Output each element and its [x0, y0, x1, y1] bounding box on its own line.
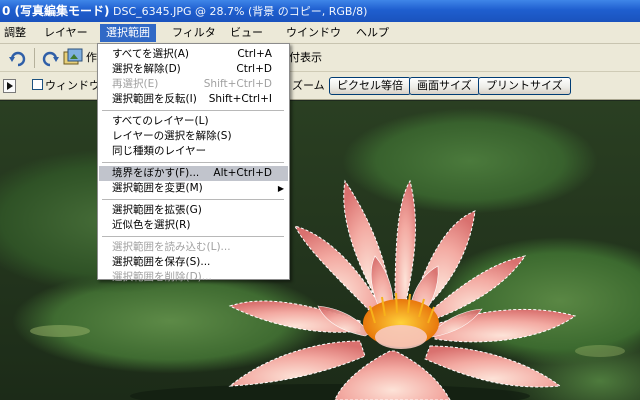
menu-separator: [102, 199, 284, 200]
menu-item-label: 選択範囲を反転(I): [112, 93, 197, 105]
toolbar1-label: 作: [86, 51, 97, 64]
menu-item-shortcut: Ctrl+D: [236, 63, 272, 75]
rotate-icon-2[interactable]: [40, 48, 60, 68]
menu-item-label: 選択範囲を拡張(G): [112, 204, 202, 216]
lotus-photo: [30, 179, 625, 400]
menu-bar: 調整 レイヤー 選択範囲 フィルタ ビュー ウインドウ ヘルプ: [0, 22, 640, 44]
menu-item-modify[interactable]: 選択範囲を変更(M) ▶: [99, 181, 288, 196]
menu-item-load-selection[interactable]: 選択範囲を読み込む(L)...: [99, 240, 288, 255]
menu-separator: [102, 110, 284, 111]
menu-view[interactable]: ビュー: [224, 24, 269, 42]
print-size-button[interactable]: プリントサイズ: [478, 77, 571, 95]
screen-size-button[interactable]: 画面サイズ: [409, 77, 480, 95]
menu-item-label: 境界をぼかす(F)...: [112, 167, 200, 179]
menu-item-label: 選択を解除(D): [112, 63, 181, 75]
menu-item-label: すべてのレイヤー(L): [112, 115, 209, 127]
menu-item-shortcut: Alt+Ctrl+D: [213, 167, 272, 179]
zoom-toolbar: ウィンドウサイ ズーム ピクセル等倍 画面サイズ プリントサイズ: [0, 72, 640, 100]
menu-select[interactable]: 選択範囲: [100, 24, 156, 42]
pixel-equal-button[interactable]: ピクセル等倍: [329, 77, 411, 95]
zoom-label: ズーム: [292, 79, 325, 92]
menu-item-label: 選択範囲を削除(D)...: [112, 271, 212, 283]
menu-item-grow[interactable]: 選択範囲を拡張(G): [99, 203, 288, 218]
menu-item-label: 選択範囲を読み込む(L)...: [112, 241, 231, 253]
menu-adjust[interactable]: 調整: [0, 24, 32, 42]
menu-item-similar-layers[interactable]: 同じ種類のレイヤー: [99, 144, 288, 159]
toolbar1-right-text: 付表示: [289, 51, 322, 64]
menu-item-deselect-layers[interactable]: レイヤーの選択を解除(S): [99, 129, 288, 144]
menu-item-inverse[interactable]: 選択範囲を反転(I) Shift+Ctrl+I: [99, 92, 288, 107]
document-info: DSC_6345.JPG @ 28.7% (背景 のコピー, RGB/8): [109, 5, 368, 18]
menu-item-deselect[interactable]: 選択を解除(D) Ctrl+D: [99, 62, 288, 77]
window-title-bar: 0 (写真編集モード) DSC_6345.JPG @ 28.7% (背景 のコピ…: [0, 0, 640, 22]
menu-item-label: 近似色を選択(R): [112, 219, 191, 231]
menu-item-delete-selection[interactable]: 選択範囲を削除(D)...: [99, 270, 288, 285]
menu-item-select-all[interactable]: すべてを選択(A) Ctrl+A: [99, 47, 288, 62]
toolbar-divider: [34, 48, 35, 68]
submenu-arrow-icon: ▶: [277, 184, 284, 193]
menu-help[interactable]: ヘルプ: [350, 24, 395, 42]
menu-item-label: 選択範囲を保存(S)...: [112, 256, 211, 268]
menu-layer[interactable]: レイヤー: [38, 24, 94, 42]
menu-window[interactable]: ウインドウ: [280, 24, 347, 42]
menu-item-label: 同じ種類のレイヤー: [112, 145, 207, 157]
menu-item-shortcut: Shift+Ctrl+D: [203, 78, 272, 90]
menu-item-reselect[interactable]: 再選択(E) Shift+Ctrl+D: [99, 77, 288, 92]
play-arrow-icon[interactable]: [3, 79, 16, 93]
window-title: 0 (写真編集モード): [2, 4, 110, 18]
menu-separator: [102, 236, 284, 237]
menu-item-save-selection[interactable]: 選択範囲を保存(S)...: [99, 255, 288, 270]
menu-item-similar[interactable]: 近似色を選択(R): [99, 218, 288, 233]
menu-item-label: 再選択(E): [112, 78, 159, 90]
menu-item-shortcut: Ctrl+A: [237, 48, 272, 60]
select-menu-dropdown: すべてを選択(A) Ctrl+A 選択を解除(D) Ctrl+D 再選択(E) Shi…: [97, 43, 290, 283]
menu-item-feather[interactable]: 境界をぼかす(F)... Alt+Ctrl+D: [99, 166, 288, 181]
menu-separator: [102, 162, 284, 163]
photo-canvas[interactable]: [0, 101, 640, 400]
rotate-icon[interactable]: [8, 48, 28, 68]
menu-item-label: すべてを選択(A): [112, 48, 190, 60]
menu-item-label: レイヤーの選択を解除(S): [112, 130, 232, 142]
image-icon[interactable]: [62, 47, 84, 69]
menu-item-all-layers[interactable]: すべてのレイヤー(L): [99, 114, 288, 129]
menu-filter[interactable]: フィルタ: [166, 24, 222, 42]
options-toolbar: 作 付表示: [0, 44, 640, 72]
menu-item-label: 選択範囲を変更(M): [112, 182, 203, 194]
menu-item-shortcut: Shift+Ctrl+I: [208, 93, 272, 105]
window-fit-checkbox[interactable]: [32, 79, 43, 90]
